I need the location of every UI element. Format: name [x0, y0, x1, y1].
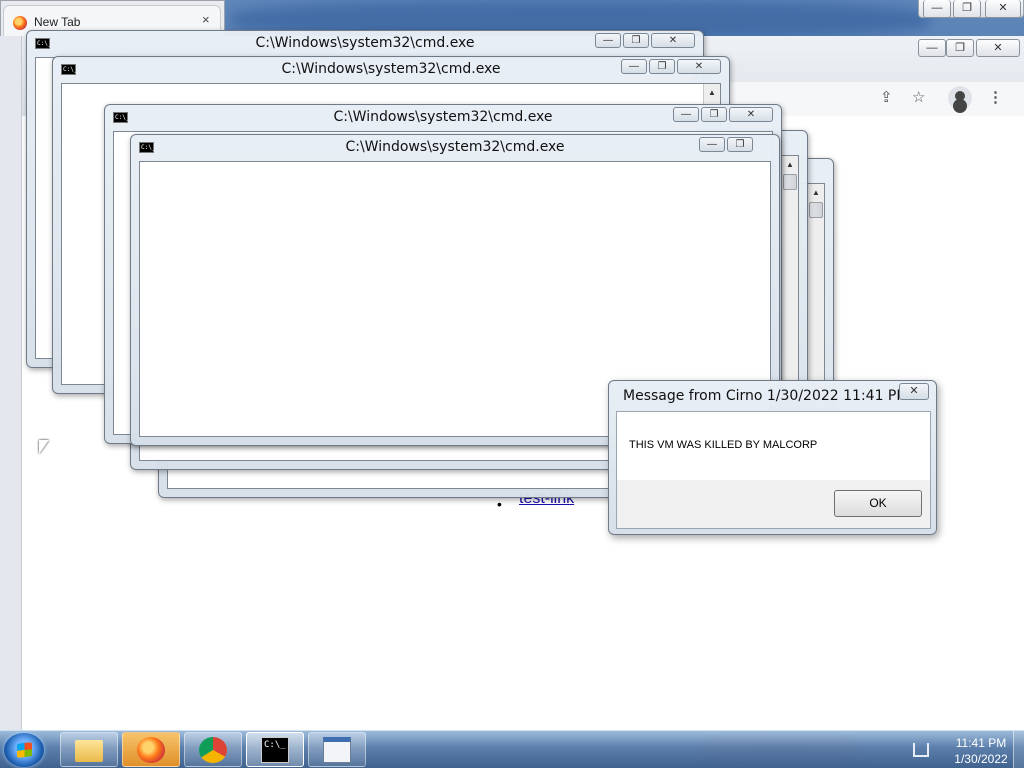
scroll-thumb[interactable] [809, 202, 823, 218]
clock-date[interactable]: 1/30/2022 [945, 752, 1017, 766]
windows-logo-icon [17, 742, 32, 758]
ok-button[interactable]: OK [834, 490, 922, 517]
minimize-button[interactable]: — [673, 107, 699, 122]
show-desktop-button[interactable] [1013, 731, 1024, 768]
close-button[interactable]: ✕ [985, 0, 1021, 18]
system-tray: 11:41 PM 1/30/2022 [905, 733, 1024, 767]
menu-kebab-icon[interactable]: ⋮ [988, 89, 1003, 107]
minimize-button[interactable]: — [918, 39, 946, 57]
cmd-icon: C:\_ [261, 737, 289, 763]
minimize-button[interactable]: — [923, 0, 951, 18]
folder-icon [75, 740, 103, 762]
list-bullet: • [497, 496, 502, 512]
firefox-icon [13, 16, 27, 30]
network-icon[interactable] [913, 743, 929, 757]
dialog-message: THIS VM WAS KILLED BY MALCORP [629, 439, 818, 451]
cmd-window-title: C:\Windows\system32\cmd.exe [345, 139, 565, 155]
tab-close-icon[interactable]: × [202, 12, 210, 27]
close-button[interactable]: ✕ [976, 39, 1020, 57]
scroll-up-icon[interactable]: ▲ [704, 84, 720, 101]
scroll-up-icon[interactable]: ▲ [808, 184, 824, 201]
profile-avatar-icon[interactable] [948, 86, 972, 110]
mouse-cursor-icon [39, 440, 49, 454]
close-button[interactable]: ✕ [677, 59, 721, 74]
dialog-body: THIS VM WAS KILLED BY MALCORP OK [616, 411, 931, 529]
taskbar-cmd-button[interactable]: C:\_ [246, 732, 304, 767]
maximize-button[interactable]: ❐ [953, 0, 981, 18]
dialog-close-button[interactable]: ✕ [899, 383, 929, 400]
share-icon[interactable]: ⇪ [880, 89, 893, 107]
app-window-icon [323, 737, 351, 763]
taskbar-explorer-button[interactable] [60, 732, 118, 767]
maximize-button[interactable]: ❐ [946, 39, 974, 57]
dialog-footer: OK [617, 480, 930, 528]
dialog-title: Message from Cirno 1/30/2022 11:41 PM [623, 388, 909, 404]
message-dialog[interactable]: Message from Cirno 1/30/2022 11:41 PM ✕ … [608, 380, 937, 535]
minimize-button[interactable]: — [595, 33, 621, 48]
taskbar-chrome-button[interactable] [184, 732, 242, 767]
maximize-button[interactable]: ❐ [727, 137, 753, 152]
scroll-up-icon[interactable]: ▲ [782, 156, 798, 173]
maximize-button[interactable]: ❐ [623, 33, 649, 48]
maximize-button[interactable]: ❐ [701, 107, 727, 122]
scroll-thumb[interactable] [783, 174, 797, 190]
close-button[interactable]: ✕ [729, 107, 773, 122]
start-button[interactable] [4, 733, 44, 767]
bookmark-star-icon[interactable]: ☆ [912, 89, 925, 107]
taskbar-app-button[interactable] [308, 732, 366, 767]
firefox-window-controls: — ❐ ✕ [918, 0, 1024, 18]
minimize-button[interactable]: — [699, 137, 725, 152]
chrome-frame-edge [0, 36, 22, 730]
firefox-tab-title: New Tab [34, 15, 81, 29]
firefox-icon [137, 737, 165, 763]
taskbar: C:\_ 11:41 PM 1/30/2022 [0, 730, 1024, 768]
taskbar-firefox-button[interactable] [122, 732, 180, 767]
minimize-button[interactable]: — [621, 59, 647, 74]
close-button[interactable]: ✕ [651, 33, 695, 48]
maximize-button[interactable]: ❐ [649, 59, 675, 74]
chrome-icon [199, 737, 227, 763]
clock-time[interactable]: 11:41 PM [945, 736, 1017, 750]
